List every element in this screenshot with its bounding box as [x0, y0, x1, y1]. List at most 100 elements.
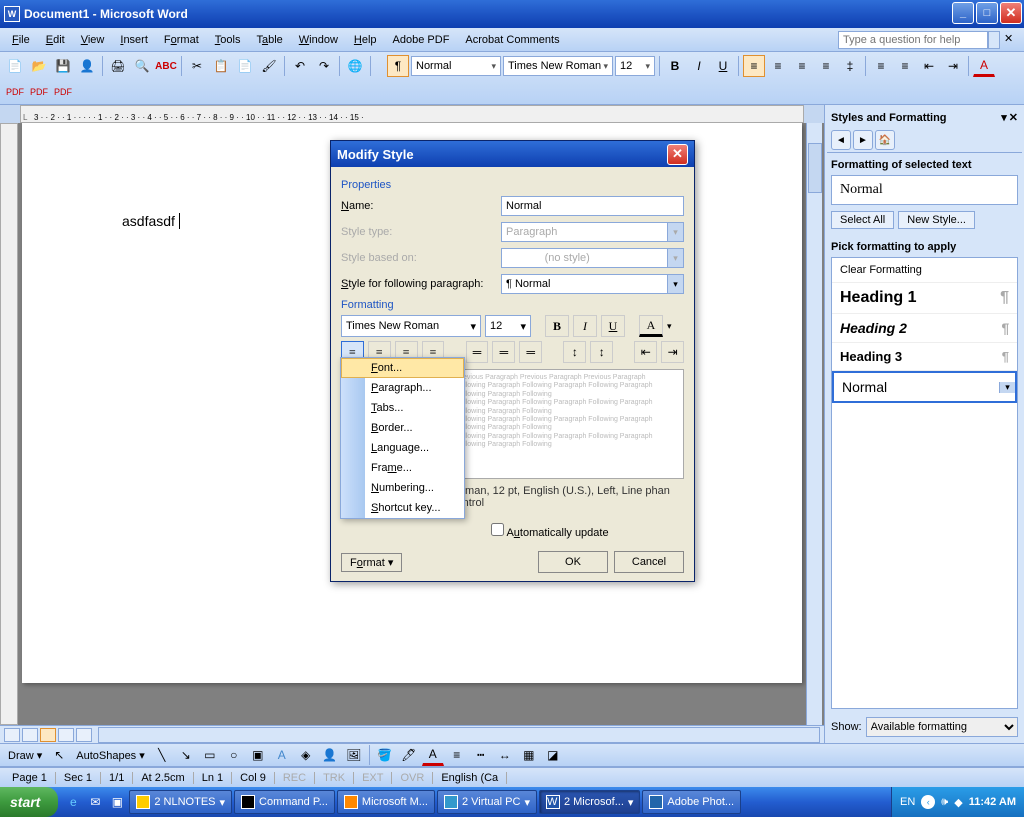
tray-expand-icon[interactable]: ‹	[921, 795, 935, 809]
dlg-single-space-button[interactable]: ═	[466, 341, 489, 363]
line-spacing-icon[interactable]: ‡	[839, 55, 861, 77]
dlg-double-space-button[interactable]: ═	[519, 341, 542, 363]
document-close-icon[interactable]: ✕	[1004, 32, 1020, 48]
dlg-dec-indent-button[interactable]: ⇤	[634, 341, 657, 363]
taskpane-dropdown-icon[interactable]: ▾	[1001, 111, 1007, 124]
dlg-inc-indent-button[interactable]: ⇥	[661, 341, 684, 363]
tray-icon-1[interactable]: 🕪	[941, 796, 948, 809]
status-trk[interactable]: TRK	[315, 772, 354, 784]
tray-lang[interactable]: EN	[900, 796, 915, 808]
close-button[interactable]: ✕	[1000, 2, 1022, 24]
undo-icon[interactable]: ↶	[289, 55, 311, 77]
task-cmd[interactable]: Command P...	[234, 790, 335, 814]
quick-ie-icon[interactable]: e	[62, 791, 84, 813]
spellcheck-icon[interactable]: ABC	[155, 55, 177, 77]
task-vpc[interactable]: 2 Virtual PC ▾	[437, 790, 537, 814]
font-size-combo[interactable]: 12	[615, 56, 655, 76]
help-search-input[interactable]	[838, 31, 988, 49]
wordart-icon[interactable]: A	[271, 744, 293, 766]
quick-desktop-icon[interactable]: ▣	[106, 791, 128, 813]
minimize-button[interactable]: _	[952, 2, 974, 24]
taskpane-back-icon[interactable]: ◄	[831, 130, 851, 150]
bullet-list-icon[interactable]: ≡	[894, 55, 916, 77]
vertical-ruler[interactable]	[0, 123, 18, 725]
styles-pane-icon[interactable]: ¶	[387, 55, 409, 77]
print-view-icon[interactable]	[40, 728, 56, 742]
dlg-size-combo[interactable]: 12▾	[485, 315, 531, 337]
line-icon[interactable]: ╲	[151, 744, 173, 766]
following-style-combo[interactable]: ¶ Normal▾	[501, 274, 684, 294]
cancel-button[interactable]: Cancel	[614, 551, 684, 573]
bold-icon[interactable]: B	[664, 55, 686, 77]
taskpane-forward-icon[interactable]: ►	[853, 130, 873, 150]
horizontal-ruler[interactable]: L 3 · · 2 · · 1 · · · · · 1 · · 2 · · 3 …	[20, 105, 804, 123]
arrow-style-icon[interactable]: ↔	[494, 744, 516, 766]
3d-icon[interactable]: ◪	[542, 744, 564, 766]
align-left-icon[interactable]: ≡	[743, 55, 765, 77]
horizontal-scrollbar[interactable]	[98, 727, 820, 743]
outline-view-icon[interactable]	[58, 728, 74, 742]
pdf-email-icon[interactable]: PDF	[28, 81, 50, 103]
status-ovr[interactable]: OVR	[392, 772, 433, 784]
ok-button[interactable]: OK	[538, 551, 608, 573]
menu-format[interactable]: Format	[156, 30, 207, 50]
current-style-box[interactable]: Normal	[831, 175, 1018, 205]
normal-view-icon[interactable]	[4, 728, 20, 742]
style-normal-dropdown-icon[interactable]: ▾	[999, 382, 1015, 393]
help-search-dropdown[interactable]	[988, 31, 1000, 49]
format-tabs-item[interactable]: Tabs...	[341, 398, 464, 418]
menu-view[interactable]: View	[73, 30, 113, 50]
diagram-icon[interactable]: ◈	[295, 744, 317, 766]
redo-icon[interactable]: ↷	[313, 55, 335, 77]
pdf-review-icon[interactable]: PDF	[52, 81, 74, 103]
line-style-icon[interactable]: ≡	[446, 744, 468, 766]
increase-indent-icon[interactable]: ⇥	[942, 55, 964, 77]
menu-edit[interactable]: Edit	[38, 30, 73, 50]
show-combo[interactable]: Available formatting	[866, 717, 1018, 737]
copy-icon[interactable]: 📋	[210, 55, 232, 77]
oval-icon[interactable]: ○	[223, 744, 245, 766]
textbox-icon[interactable]: ▣	[247, 744, 269, 766]
status-language[interactable]: English (Ca	[433, 772, 507, 784]
paste-icon[interactable]: 📄	[234, 55, 256, 77]
rectangle-icon[interactable]: ▭	[199, 744, 221, 766]
menu-adobepdf[interactable]: Adobe PDF	[385, 30, 458, 50]
menu-table[interactable]: Table	[248, 30, 290, 50]
reading-view-icon[interactable]	[76, 728, 92, 742]
tray-icon-2[interactable]: ◆	[954, 796, 962, 809]
fill-color-icon[interactable]: 🪣	[374, 744, 396, 766]
style-heading-1[interactable]: Heading 1¶	[832, 283, 1017, 314]
numbered-list-icon[interactable]: ≡	[870, 55, 892, 77]
align-center-icon[interactable]: ≡	[767, 55, 789, 77]
print-icon[interactable]: 🖨	[107, 55, 129, 77]
shadow-icon[interactable]: ▦	[518, 744, 540, 766]
tray-clock[interactable]: 11:42 AM	[969, 796, 1016, 808]
open-icon[interactable]: 📂	[28, 55, 50, 77]
format-paragraph-item[interactable]: Paragraph...	[341, 378, 464, 398]
vertical-scrollbar[interactable]	[806, 123, 822, 725]
permission-icon[interactable]: 👤	[76, 55, 98, 77]
draw-menu[interactable]: Draw ▾	[4, 749, 46, 762]
start-button[interactable]: start	[0, 787, 58, 817]
format-numbering-item[interactable]: Numbering...	[341, 478, 464, 498]
style-combo[interactable]: Normal	[411, 56, 501, 76]
select-all-button[interactable]: Select All	[831, 211, 894, 229]
menu-acrobat[interactable]: Acrobat Comments	[457, 30, 567, 50]
clipart-icon[interactable]: 👤	[319, 744, 341, 766]
dlg-font-combo[interactable]: Times New Roman▾	[341, 315, 481, 337]
dlg-underline-button[interactable]: U	[601, 315, 625, 337]
dialog-close-button[interactable]: ✕	[667, 144, 688, 165]
task-msm[interactable]: Microsoft M...	[337, 790, 435, 814]
style-normal[interactable]: Normal▾	[832, 371, 1017, 403]
font-combo[interactable]: Times New Roman	[503, 56, 613, 76]
new-style-button[interactable]: New Style...	[898, 211, 975, 229]
task-photoshop[interactable]: Adobe Phot...	[642, 790, 741, 814]
arrow-icon[interactable]: ↘	[175, 744, 197, 766]
format-border-item[interactable]: Border...	[341, 418, 464, 438]
format-painter-icon[interactable]: 🖌	[258, 55, 280, 77]
dlg-15-space-button[interactable]: ═	[492, 341, 515, 363]
format-language-item[interactable]: Language...	[341, 438, 464, 458]
dlg-space-before-button[interactable]: ↕	[563, 341, 586, 363]
format-frame-item[interactable]: Frame...	[341, 458, 464, 478]
font-color-draw-icon[interactable]: A	[422, 744, 444, 766]
